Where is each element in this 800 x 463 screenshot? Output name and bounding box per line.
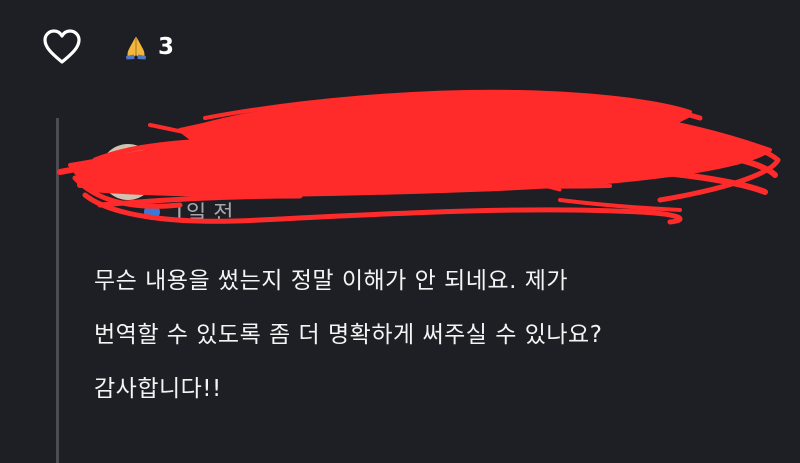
comment-line: 번역할 수 있도록 좀 더 명확하게 써주실 수 있나요?	[94, 322, 603, 348]
heart-outline-icon	[43, 29, 81, 64]
reply-timestamp: 1일 전	[172, 202, 234, 227]
reaction-count: 3	[158, 33, 175, 60]
avatar[interactable]	[100, 144, 156, 200]
comment-line: 감사합니다!!	[94, 376, 222, 402]
reply-author-header: 1일 전	[100, 140, 760, 240]
like-button[interactable]	[40, 25, 84, 69]
comment-thread-screen: 3 1일 전 무슨 내용을 썼는지 정말 이해가 안 되네요. 제가 번역할 수…	[0, 0, 800, 463]
reaction-bar: 3	[40, 22, 174, 72]
badge-icon	[144, 204, 160, 220]
folded-hands-emoji-icon	[126, 37, 146, 60]
thread-indent-line	[56, 118, 59, 463]
reply-meta: 1일 전	[144, 196, 233, 228]
reaction-counter[interactable]: 3	[124, 34, 174, 60]
comment-text: 무슨 내용을 썼는지 정말 이해가 안 되네요. 제가 번역할 수 있도록 좀 …	[94, 254, 774, 416]
comment-line: 무슨 내용을 썼는지 정말 이해가 안 되네요. 제가	[94, 268, 569, 294]
